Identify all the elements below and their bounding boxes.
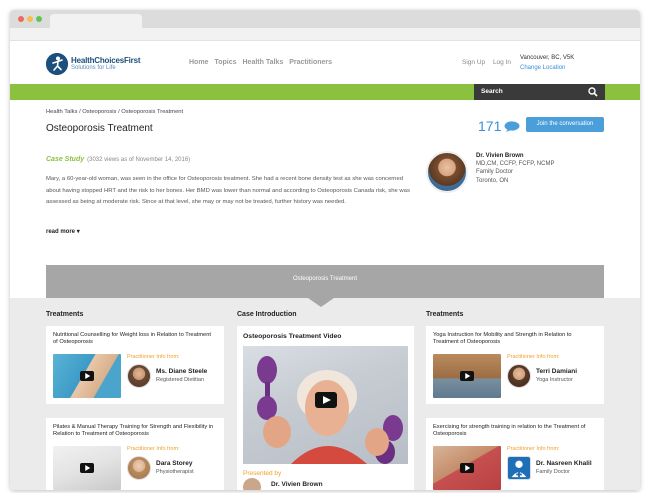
log-in-link[interactable]: Log In bbox=[493, 59, 511, 66]
page-title: Osteoporosis Treatment bbox=[46, 123, 153, 134]
practitioner-role: Physiotherapist bbox=[156, 469, 194, 475]
comment-count: 171 bbox=[478, 118, 502, 134]
case-study-label: Case Study bbox=[46, 156, 85, 163]
center-column-heading: Case Introduction bbox=[237, 311, 297, 318]
treatment-thumbnail[interactable] bbox=[53, 354, 121, 398]
treatment-card-title[interactable]: Pilates & Manual Therapy Training for St… bbox=[53, 424, 217, 438]
author-city: Toronto, ON bbox=[476, 177, 509, 184]
practitioner-label: Practitioner Info from: bbox=[127, 446, 180, 452]
treatment-card-title[interactable]: Nutritional Counselling for Weight loss … bbox=[53, 332, 217, 346]
practitioner-label: Practitioner Info from: bbox=[127, 354, 180, 360]
browser-tab[interactable] bbox=[50, 14, 142, 28]
right-column-heading: Treatments bbox=[426, 311, 464, 318]
author-name[interactable]: Dr. Vivien Brown bbox=[476, 152, 554, 160]
comment-bubble-icon bbox=[504, 121, 520, 132]
play-icon[interactable] bbox=[80, 463, 94, 473]
practitioner-role: Yoga Instructor bbox=[536, 377, 573, 383]
logo-tagline: Solutions for Life bbox=[71, 65, 116, 71]
doctor-icon bbox=[511, 460, 527, 478]
practitioner-role: Registered Dietitian bbox=[156, 377, 204, 383]
author-credentials: MD,CM, CCFP, FCFP, NCMP bbox=[476, 161, 555, 168]
doctor-placeholder-icon[interactable] bbox=[507, 456, 531, 480]
logo-figure-icon bbox=[46, 53, 68, 75]
author-role: Family Doctor bbox=[476, 169, 514, 176]
search-icon[interactable] bbox=[588, 87, 598, 97]
join-conversation-button[interactable]: Join the conversation bbox=[526, 117, 604, 132]
practitioner-avatar[interactable] bbox=[127, 364, 151, 388]
nav-item-home[interactable]: Home bbox=[189, 59, 208, 66]
presenter-name[interactable]: Dr. Vivien Brown bbox=[271, 481, 323, 488]
browser-address-bar[interactable] bbox=[10, 28, 640, 41]
case-study-meta: Case Study (3032 views as of November 14,… bbox=[46, 156, 190, 163]
main-nav: Home Topics Health Talks Practitioners bbox=[189, 59, 332, 66]
sign-up-link[interactable]: Sign Up bbox=[462, 59, 485, 66]
location: Vancouver, BC, V5K Change Location bbox=[520, 53, 574, 73]
minimize-window-icon[interactable] bbox=[27, 16, 33, 22]
treatment-card[interactable]: Pilates & Manual Therapy Training for St… bbox=[46, 418, 224, 490]
treatment-thumbnail[interactable] bbox=[433, 354, 501, 398]
read-more-label: read more bbox=[46, 229, 76, 235]
presenter-avatar[interactable] bbox=[243, 478, 261, 490]
play-icon[interactable] bbox=[80, 371, 94, 381]
search-label: Search bbox=[481, 88, 503, 95]
topic-banner: Osteoporosis Treatment bbox=[46, 265, 604, 298]
case-intro-video-card[interactable]: Osteoporosis Treatment Video Presented b… bbox=[237, 326, 414, 490]
video-thumbnail[interactable] bbox=[243, 346, 408, 464]
presented-by-label: Presented by bbox=[243, 470, 282, 477]
author-avatar[interactable] bbox=[426, 151, 468, 193]
treatment-card-title[interactable]: Yoga Instruction for Mobility and Streng… bbox=[433, 332, 597, 346]
practitioner-avatar[interactable] bbox=[507, 364, 531, 388]
breadcrumb[interactable]: Health Talks / Osteoporosis / Osteoporos… bbox=[46, 109, 183, 115]
play-icon[interactable] bbox=[460, 371, 474, 381]
practitioner-name[interactable]: Terri Damiani bbox=[536, 368, 577, 375]
chevron-down-icon: ▾ bbox=[76, 229, 80, 235]
treatment-thumbnail[interactable] bbox=[433, 446, 501, 490]
play-icon[interactable] bbox=[315, 392, 337, 408]
case-study-views: (3032 views as of November 14, 2016) bbox=[87, 157, 191, 163]
practitioner-name[interactable]: Dr. Nasreen Khalil bbox=[536, 460, 592, 467]
play-icon[interactable] bbox=[460, 463, 474, 473]
close-window-icon[interactable] bbox=[18, 16, 24, 22]
nav-item-health-talks[interactable]: Health Talks bbox=[243, 59, 284, 66]
treatment-card[interactable]: Yoga Instruction for Mobility and Streng… bbox=[426, 326, 604, 404]
treatment-thumbnail[interactable] bbox=[53, 446, 121, 490]
change-location-link[interactable]: Change Location bbox=[520, 63, 574, 73]
auth-links: Sign Up Log In bbox=[462, 59, 517, 66]
practitioner-label: Practitioner Info from: bbox=[507, 354, 560, 360]
browser-titlebar bbox=[10, 10, 640, 28]
practitioner-avatar[interactable] bbox=[127, 456, 151, 480]
practitioner-label: Practitioner Info from: bbox=[507, 446, 560, 452]
browser-window: HealthChoicesFirst Solutions for Life Ho… bbox=[10, 10, 640, 490]
treatment-card[interactable]: Exercising for strength training in rela… bbox=[426, 418, 604, 490]
search-input[interactable]: Search bbox=[474, 84, 605, 100]
location-city: Vancouver, BC, V5K bbox=[520, 55, 575, 61]
nav-item-practitioners[interactable]: Practitioners bbox=[289, 59, 332, 66]
author-info: Dr. Vivien Brown MD,CM, CCFP, FCFP, NCMP… bbox=[476, 152, 554, 185]
treatment-card[interactable]: Nutritional Counselling for Weight loss … bbox=[46, 326, 224, 404]
left-column-heading: Treatments bbox=[46, 311, 84, 318]
treatment-card-title[interactable]: Exercising for strength training in rela… bbox=[433, 424, 597, 438]
read-more-link[interactable]: read more ▾ bbox=[46, 228, 80, 235]
logo-name: HealthChoicesFirst bbox=[71, 56, 141, 65]
nav-item-topics[interactable]: Topics bbox=[214, 59, 236, 66]
practitioner-role: Family Doctor bbox=[536, 469, 570, 475]
case-study-body: Mary, a 60-year-old woman, was seen in t… bbox=[46, 176, 410, 206]
topic-banner-text: Osteoporosis Treatment bbox=[292, 276, 358, 282]
practitioner-name[interactable]: Ms. Diane Steele bbox=[156, 368, 207, 375]
banner-pointer bbox=[308, 298, 334, 307]
maximize-window-icon[interactable] bbox=[36, 16, 42, 22]
video-title[interactable]: Osteoporosis Treatment Video bbox=[243, 333, 341, 340]
practitioner-name[interactable]: Dara Storey bbox=[156, 460, 193, 467]
